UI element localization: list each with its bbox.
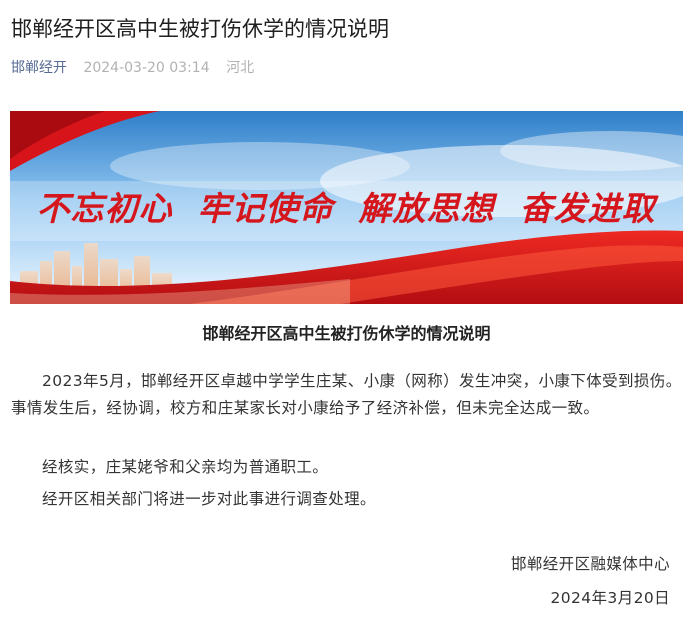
publish-region: 河北 [226,60,255,76]
publish-date: 2024-03-20 03:14 [83,60,210,76]
banner-slogan: 不忘初心 牢记使命 解放思想 奋发进取 [37,189,660,228]
article-title: 邯郸经开区高中生被打伤休学的情况说明 [11,17,389,41]
account-name-link[interactable]: 邯郸经开 [11,60,67,76]
article-meta: 邯郸经开 2024-03-20 03:14 河北 [11,58,254,78]
banner-image: 不忘初心 牢记使命 解放思想 奋发进取 [10,111,683,304]
paragraph-2: 经核实，庄某姥爷和父亲均为普通职工。 [42,458,329,476]
paragraph-3: 经开区相关部门将进一步对此事进行调查处理。 [42,490,376,508]
signature-organization: 邯郸经开区融媒体中心 [510,555,670,573]
banner-graphic: 不忘初心 牢记使命 解放思想 奋发进取 [10,111,683,304]
paragraph-1: 2023年5月，邯郸经开区卓越中学学生庄某、小康（网称）发生冲突，小康下体受到损… [11,372,682,417]
signature-date: 2024年3月20日 [550,589,670,607]
article-body-heading: 邯郸经开区高中生被打伤休学的情况说明 [202,324,491,343]
